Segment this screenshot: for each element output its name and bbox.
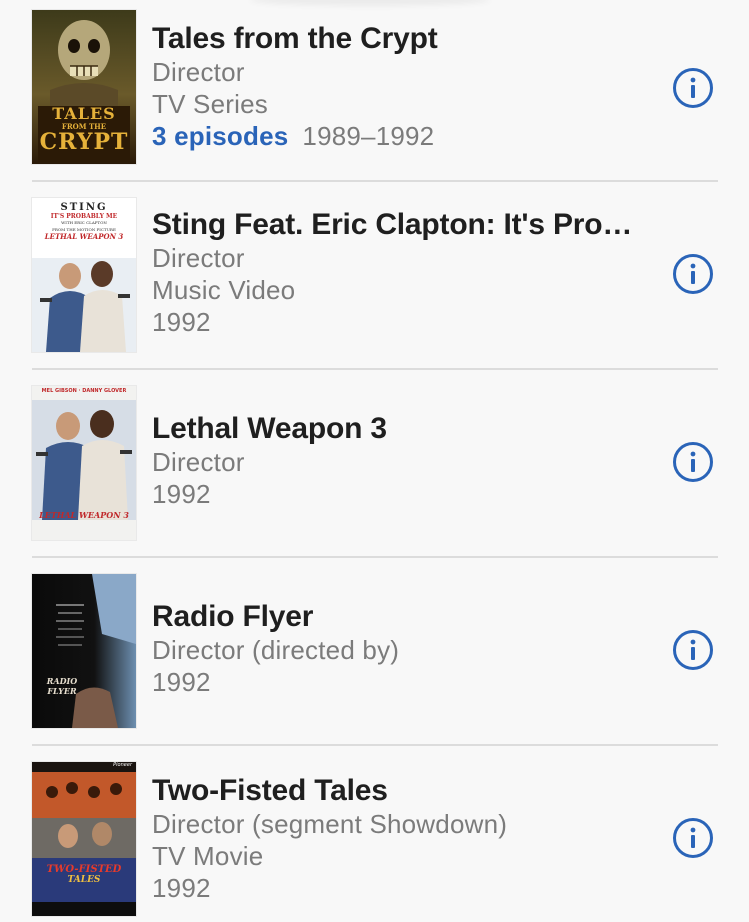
poster-title-text: LETHAL WEAPON 3 <box>39 510 129 520</box>
poster-title-text: TALES FROM THE CRYPT <box>39 104 129 155</box>
credit-title[interactable]: Sting Feat. Eric Clapton: It's Pro… <box>152 208 639 242</box>
credit-meta: 3 episodes 1989–1992 <box>152 120 639 152</box>
list-item[interactable]: MEL GIBSON · DANNY GLOVER LETHAL WEAPON … <box>0 370 749 558</box>
credit-title[interactable]: Lethal Weapon 3 <box>152 412 639 446</box>
poster-title-text: Pioneer <box>113 762 132 768</box>
credit-type: TV Movie <box>152 841 264 871</box>
poster-title-text: MEL GIBSON · DANNY GLOVER <box>41 388 127 394</box>
list-item[interactable]: Pioneer TWO-FISTED TALES Two-Fisted Tale… <box>0 746 749 922</box>
credit-years: 1989–1992 <box>302 121 435 151</box>
credit-role: Director <box>152 447 245 477</box>
credit-title[interactable]: Radio Flyer <box>152 600 639 634</box>
credit-title[interactable]: Two-Fisted Tales <box>152 774 639 808</box>
credit-type: Music Video <box>152 275 296 305</box>
poster-thumbnail[interactable]: Pioneer TWO-FISTED TALES <box>32 762 136 916</box>
poster-image <box>32 574 136 728</box>
credit-years: 1992 <box>152 667 211 697</box>
list-item[interactable]: TALES FROM THE CRYPT Tales from the Cryp… <box>0 0 749 182</box>
info-icon[interactable] <box>672 253 714 295</box>
credit-type: TV Series <box>152 89 268 119</box>
list-item[interactable]: STING IT'S PROBABLY ME WITH ERIC CLAPTON… <box>0 182 749 370</box>
poster-title-text: TWO-FISTED TALES <box>46 864 122 885</box>
credit-role: Director (segment Showdown) <box>152 809 508 839</box>
info-icon[interactable] <box>672 67 714 109</box>
info-icon[interactable] <box>672 629 714 671</box>
poster-thumbnail[interactable]: STING IT'S PROBABLY ME WITH ERIC CLAPTON… <box>32 198 136 352</box>
credit-years: 1992 <box>152 307 211 337</box>
poster-thumbnail[interactable]: RADIO FLYER <box>32 574 136 728</box>
info-icon[interactable] <box>672 441 714 483</box>
credit-title[interactable]: Tales from the Crypt <box>152 22 639 56</box>
credit-role: Director (directed by) <box>152 635 400 665</box>
credit-years: 1992 <box>152 479 211 509</box>
poster-thumbnail[interactable]: TALES FROM THE CRYPT <box>32 10 136 164</box>
episodes-link[interactable]: 3 episodes <box>152 121 288 151</box>
credit-role: Director <box>152 57 245 87</box>
poster-title-text: STING IT'S PROBABLY ME WITH ERIC CLAPTON… <box>44 202 124 241</box>
info-icon[interactable] <box>672 817 714 859</box>
list-item[interactable]: RADIO FLYER Radio Flyer Director (direct… <box>0 558 749 746</box>
poster-image <box>32 762 136 916</box>
poster-thumbnail[interactable]: MEL GIBSON · DANNY GLOVER LETHAL WEAPON … <box>32 386 136 540</box>
poster-title-text: RADIO FLYER <box>46 676 78 696</box>
credit-role: Director <box>152 243 245 273</box>
credit-years: 1992 <box>152 873 211 903</box>
